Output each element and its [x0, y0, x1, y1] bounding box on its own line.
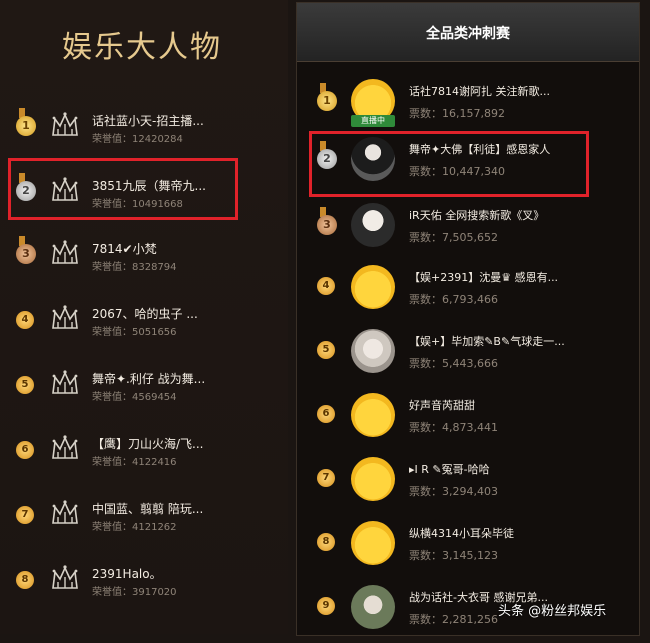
watermark: 头条 @粉丝邦娱乐 — [498, 604, 607, 619]
rank-medal-icon: 9 — [317, 597, 335, 615]
highlight-box — [8, 158, 238, 220]
right-rank-score: 票数：2,281,256 — [409, 613, 498, 626]
rank-medal-icon: 7 — [16, 506, 34, 524]
crown-icon — [50, 498, 80, 526]
rank-medal-icon: 5 — [16, 376, 34, 394]
right-panel-header: 全品类冲刺赛 — [297, 3, 639, 62]
left-rank-name: 2067、哈的虫子 ... — [92, 307, 198, 321]
right-panel-title: 全品类冲刺赛 — [426, 26, 510, 42]
left-leaderboard-panel: 娱乐大人物 1 话社蓝小天-招主播... 荣誉值：12420284 2 3851九辰（舞… — [0, 0, 288, 634]
left-rank-name: 中国蓝、翦翦 陪玩... — [92, 502, 204, 516]
crown-icon — [50, 110, 80, 138]
right-rank-name: 纵横4314小耳朵毕徒 — [409, 527, 514, 540]
rank-medal-icon: 6 — [317, 405, 335, 423]
user-avatar[interactable] — [351, 585, 395, 629]
left-rank-row[interactable]: 5 舞帝✦.利仔 战为舞... 荣誉值：4569454 — [0, 358, 288, 418]
left-rank-row[interactable]: 6 【鹰】刀山火海/飞... 荣誉值：4122416 — [0, 423, 288, 483]
left-rank-score: 荣誉值：12420284 — [92, 134, 183, 145]
right-rank-row[interactable]: 8 纵横4314小耳朵毕徒 票数：3,145,123 — [297, 515, 639, 579]
left-rank-name: 舞帝✦.利仔 战为舞... — [92, 372, 206, 386]
left-rank-score: 荣誉值：3917020 — [92, 587, 177, 598]
rank-medal-icon: 7 — [317, 469, 335, 487]
left-rank-row[interactable]: 4 2067、哈的虫子 ... 荣誉值：5051656 — [0, 293, 288, 353]
rank-medal-icon: 4 — [16, 311, 34, 329]
left-panel-title: 娱乐大人物 — [62, 30, 222, 65]
right-rank-name: 话社7814谢阿扎 关注新歌... — [409, 85, 550, 98]
left-rank-name: 2391Halo。 — [92, 567, 162, 581]
left-rank-score: 荣誉值：8328794 — [92, 262, 177, 273]
right-rank-row[interactable]: 4 【娱+2391】沈曼♛ 感恩有... 票数：6,793,466 — [297, 259, 639, 323]
left-rank-row[interactable]: 3 7814✔小梵荣誉值：8328794 — [0, 228, 288, 288]
user-avatar[interactable] — [351, 329, 395, 373]
right-rank-score: 票数：16,157,892 — [409, 107, 505, 120]
right-rank-name: ▸I R ✎冤哥-哈哈 — [409, 463, 490, 476]
crown-icon — [50, 368, 80, 396]
right-rank-score: 票数：6,793,466 — [409, 293, 498, 306]
right-rank-row[interactable]: 1 话社7814谢阿扎 关注新歌... 票数：16,157,892 直播中 — [297, 73, 639, 137]
right-rank-row[interactable]: 6 好声音芮甜甜票数：4,873,441 — [297, 387, 639, 451]
rank-medal-icon: 6 — [16, 441, 34, 459]
rank-medal-icon: 8 — [317, 533, 335, 551]
user-avatar[interactable] — [351, 457, 395, 501]
user-avatar[interactable] — [351, 203, 395, 247]
rank-medal-icon: 1 — [16, 116, 36, 136]
crown-icon — [50, 433, 80, 461]
right-rank-row[interactable]: 3 iR天佑 全网搜索新歌《叉》 票数：7,505,652 — [297, 197, 639, 261]
rank-medal-icon: 5 — [317, 341, 335, 359]
right-rank-name: 好声音芮甜甜 — [409, 399, 475, 412]
crown-icon — [50, 563, 80, 591]
right-rank-score: 票数：7,505,652 — [409, 231, 498, 244]
right-rank-name: 【娱+2391】沈曼♛ 感恩有... — [409, 271, 559, 284]
right-rank-score: 票数：5,443,666 — [409, 357, 498, 370]
left-rank-row[interactable]: 1 话社蓝小天-招主播... 荣誉值：12420284 — [0, 100, 288, 160]
user-avatar[interactable] — [351, 521, 395, 565]
right-rank-row[interactable]: 5 【娱+】毕加索✎B✎气球走一... 票数：5,443,666 — [297, 323, 639, 387]
left-rank-row[interactable]: 8 2391Halo。荣誉值：3917020 — [0, 553, 288, 613]
left-rank-name: 话社蓝小天-招主播... — [92, 114, 204, 128]
rank-medal-icon: 3 — [317, 215, 337, 235]
left-rank-score: 荣誉值：4122416 — [92, 457, 177, 468]
rank-medal-icon: 4 — [317, 277, 335, 295]
left-rank-row[interactable]: 7 中国蓝、翦翦 陪玩... 荣誉值：4121262 — [0, 488, 288, 548]
left-rank-score: 荣誉值：4569454 — [92, 392, 177, 403]
crown-icon — [50, 303, 80, 331]
right-rank-row[interactable]: 7 ▸I R ✎冤哥-哈哈 票数：3,294,403 — [297, 451, 639, 515]
left-rank-score: 荣誉值：5051656 — [92, 327, 177, 338]
user-avatar[interactable] — [351, 265, 395, 309]
right-leaderboard-panel: 全品类冲刺赛 1 话社7814谢阿扎 关注新歌... 票数：16,157,892 直播… — [296, 2, 640, 636]
right-rank-score: 票数：3,294,403 — [409, 485, 498, 498]
rank-medal-icon: 3 — [16, 244, 36, 264]
crown-icon — [50, 238, 80, 266]
left-rank-name: 【鹰】刀山火海/飞... — [92, 437, 204, 451]
right-rank-score: 票数：3,145,123 — [409, 549, 498, 562]
right-rank-name: 【娱+】毕加索✎B✎气球走一... — [409, 335, 565, 348]
right-rank-score: 票数：4,873,441 — [409, 421, 498, 434]
user-avatar[interactable] — [351, 393, 395, 437]
left-rank-name: 7814✔小梵 — [92, 242, 157, 256]
left-rank-score: 荣誉值：4121262 — [92, 522, 177, 533]
rank-medal-icon: 8 — [16, 571, 34, 589]
right-rank-name: iR天佑 全网搜索新歌《叉》 — [409, 209, 545, 222]
live-badge: 直播中 — [351, 115, 395, 127]
rank-medal-icon: 1 — [317, 91, 337, 111]
highlight-box — [309, 131, 589, 197]
